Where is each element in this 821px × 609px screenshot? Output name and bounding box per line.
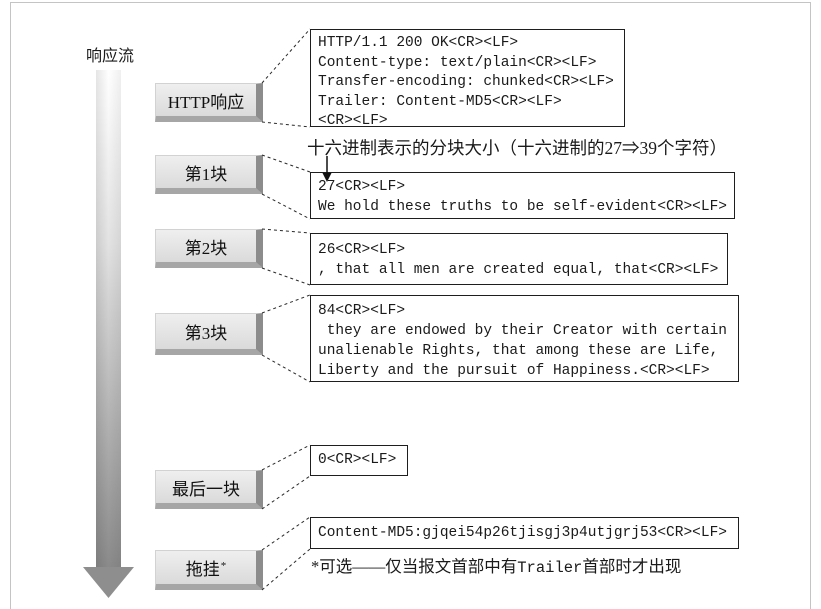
footnote-code: Trailer: [517, 559, 583, 577]
chunk-size-line: 0<CR><LF>: [318, 452, 397, 468]
chunk-data-line: they are endowed by their Creator with c…: [318, 323, 727, 339]
chunk-size-line: 27<CR><LF>: [318, 179, 406, 195]
segment-chunk-1: 第1块: [155, 155, 263, 194]
chunk-1-block: 27<CR><LF> We hold these truths to be se…: [310, 172, 735, 219]
header-line: HTTP/1.1 200 OK<CR><LF>: [318, 35, 519, 51]
segment-label: 第1块: [184, 164, 228, 184]
segment-label: 拖挂: [185, 560, 220, 579]
trailer-line: Content-MD5:gjqei54p26tjisgj3p4utjgrj53<…: [318, 525, 727, 541]
response-stream-label: 响应流: [86, 48, 135, 65]
header-line: Trailer: Content-MD5<CR><LF>: [318, 93, 562, 110]
chunk-size-note: 十六进制表示的分块大小（十六进制的27⇒39个字符）: [307, 138, 727, 158]
footnote-text-before: *可选——仅当报文首部中有: [311, 557, 518, 576]
chunk-data-line: We hold these truths to be self-evident<…: [318, 198, 727, 215]
chunk-data-line: , that all men are created equal, that<C…: [318, 261, 719, 278]
header-line: Content-type: text/plain<CR><LF>: [318, 54, 597, 71]
chunk-size-line: 26<CR><LF>: [318, 242, 406, 258]
segment-label: HTTP响应: [167, 92, 245, 112]
last-chunk-block: 0<CR><LF>: [310, 445, 408, 476]
segment-chunk-2: 第2块: [155, 229, 263, 268]
segment-trailer: 拖挂 *: [155, 550, 263, 590]
segment-label: 最后一块: [172, 479, 240, 499]
trailer-block: Content-MD5:gjqei54p26tjisgj3p4utjgrj53<…: [310, 517, 739, 549]
segment-http-response: HTTP响应: [155, 83, 263, 122]
segment-label: 第3块: [184, 324, 228, 343]
segment-chunk-3: 第3块: [155, 313, 263, 355]
trailer-footnote: *可选——仅当报文首部中有Trailer首部时才出现: [311, 556, 681, 578]
segment-label: 第2块: [184, 238, 228, 258]
segment-last-chunk: 最后一块: [155, 470, 263, 509]
header-line: Transfer-encoding: chunked<CR><LF>: [318, 74, 614, 90]
chunk-data-line: Liberty and the pursuit of Happiness.<CR…: [318, 363, 710, 379]
chunk-size-line: 84<CR><LF>: [318, 303, 406, 319]
footnote-text-after: 首部时才出现: [582, 557, 682, 576]
chunk-3-block: 84<CR><LF> they are endowed by their Cre…: [310, 295, 739, 382]
chunk-2-block: 26<CR><LF> , that all men are created eq…: [310, 233, 728, 285]
chunk-data-line: unalienable Rights, that among these are…: [318, 343, 719, 359]
optional-marker: *: [220, 559, 227, 572]
header-line: <CR><LF>: [318, 113, 388, 129]
header-block: HTTP/1.1 200 OK<CR><LF> Content-type: te…: [310, 29, 625, 129]
